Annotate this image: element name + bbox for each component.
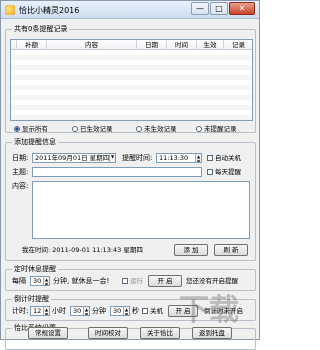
- about-button[interactable]: 关于恰比: [140, 327, 180, 339]
- table-header: 补额 内容 日期 时间 生效 记录: [11, 40, 252, 50]
- daily-reminder-checkbox[interactable]: 每天提醒: [207, 168, 241, 176]
- remind-time-field[interactable]: 11:13:30 ▲ ▼: [156, 153, 202, 163]
- hours-unit: 小时: [52, 307, 66, 315]
- filter-all-radio[interactable]: 显示所有: [14, 125, 48, 133]
- column-header[interactable]: 日期: [137, 40, 167, 50]
- filter-radio-group: 显示所有 已生效记录 未生效记录 未提醒记录: [10, 125, 253, 133]
- checkbox-label: 运行: [130, 277, 143, 285]
- title-bar[interactable]: 恰比小精灵2016 — □ ✕: [1, 1, 259, 19]
- rest-reminder-group: 定时休息提醒 每隔 30 ▲ ▼ 分钟, 就休息一会! 运行 开 启 您还没有开启提…: [5, 265, 256, 291]
- countdown-time-label: 计时:: [12, 307, 29, 315]
- remind-time-label: 提醒时间:: [122, 154, 153, 162]
- radio-dot-icon: [136, 126, 142, 132]
- date-value: 2011年09月01日 星期四: [35, 154, 110, 162]
- watermark-text: 下载: [179, 293, 239, 328]
- general-settings-button[interactable]: 常规设置: [28, 327, 68, 339]
- filter-label: 未提醒记录: [204, 125, 237, 133]
- radio-dot-icon: [196, 126, 202, 132]
- minimize-button[interactable]: —: [191, 2, 209, 15]
- rest-description: 分钟, 就休息一会!: [53, 277, 110, 285]
- rest-start-button[interactable]: 开 启: [148, 275, 182, 287]
- filter-active-radio[interactable]: 已生效记录: [72, 125, 113, 133]
- hours-field[interactable]: 12 ▲ ▼: [30, 306, 50, 316]
- column-header[interactable]: 时间: [167, 40, 197, 50]
- seconds-value: 30: [113, 307, 122, 315]
- checkbox-label: 每天提醒: [215, 168, 241, 176]
- add-button[interactable]: 添 加: [174, 244, 208, 256]
- column-header[interactable]: 生效: [197, 40, 224, 50]
- content-label: 内容:: [12, 182, 29, 190]
- reminder-count-label: 共有0条提醒记录: [12, 25, 70, 34]
- radio-dot-icon: [72, 126, 78, 132]
- column-header[interactable]: 记录: [224, 40, 252, 50]
- checkbox-icon: [207, 155, 213, 161]
- checkbox-icon: [142, 308, 148, 314]
- rest-minutes-value: 30: [33, 277, 42, 285]
- filter-label: 已生效记录: [80, 125, 113, 133]
- minutes-unit: 分钟: [92, 307, 106, 315]
- dropdown-arrow-icon[interactable]: ▼: [109, 154, 115, 162]
- filter-label: 未生效记录: [144, 125, 177, 133]
- current-time-text: 我在时间: 2011-09-01 11:13:43 星期四: [22, 246, 143, 254]
- date-label: 日期:: [12, 154, 29, 162]
- checkbox-label: 自动关机: [215, 154, 241, 162]
- add-reminder-legend: 添加提醒信息: [12, 138, 58, 147]
- checkbox-label: 关机: [150, 307, 163, 315]
- spinner-icon[interactable]: ▲ ▼: [195, 154, 201, 162]
- run-checkbox[interactable]: 运行: [122, 277, 143, 285]
- spinner-icon[interactable]: ▲ ▼: [43, 277, 49, 285]
- hours-value: 12: [33, 307, 42, 315]
- column-header[interactable]: 补额: [17, 40, 47, 50]
- radio-dot-icon: [14, 126, 20, 132]
- content-textarea[interactable]: [32, 181, 250, 239]
- shutdown-checkbox[interactable]: 关机: [142, 307, 163, 315]
- minutes-field[interactable]: 30 ▲ ▼: [70, 306, 90, 316]
- reminder-table[interactable]: 补额 内容 日期 时间 生效 记录: [10, 39, 253, 121]
- every-label: 每隔: [12, 277, 26, 285]
- window-title: 恰比小精灵2016: [19, 6, 80, 15]
- minutes-value: 30: [73, 307, 82, 315]
- table-body: [11, 50, 252, 120]
- date-picker[interactable]: 2011年09月01日 星期四 ▼: [32, 153, 116, 163]
- subject-input[interactable]: [32, 167, 202, 177]
- column-header[interactable]: 内容: [47, 40, 137, 50]
- filter-label: 显示所有: [22, 125, 48, 133]
- maximize-button[interactable]: □: [210, 2, 228, 15]
- checkbox-icon: [122, 278, 128, 284]
- refresh-button[interactable]: 刷 新: [214, 244, 248, 256]
- spinner-icon[interactable]: ▲ ▼: [43, 307, 49, 315]
- checkbox-icon: [207, 169, 213, 175]
- main-window: 恰比小精灵2016 — □ ✕ 共有0条提醒记录 补额 内容 日期 时间 生效 …: [0, 0, 260, 350]
- rest-status-text: 您还没有开启提醒: [186, 277, 238, 285]
- time-sync-button[interactable]: 时间校对: [88, 327, 128, 339]
- auto-shutdown-checkbox[interactable]: 自动关机: [207, 154, 241, 162]
- rest-minutes-field[interactable]: 30 ▲ ▼: [30, 276, 50, 286]
- reminder-list-group: 共有0条提醒记录 补额 内容 日期 时间 生效 记录 显示所有 已生效记录 未生…: [5, 25, 256, 133]
- filter-unreminded-radio[interactable]: 未提醒记录: [196, 125, 237, 133]
- countdown-legend: 倒计时提醒: [12, 295, 51, 304]
- seconds-field[interactable]: 30 ▲ ▼: [110, 306, 130, 316]
- rest-reminder-legend: 定时休息提醒: [12, 265, 58, 274]
- seconds-unit: 秒: [132, 307, 139, 315]
- add-reminder-group: 添加提醒信息 日期: 2011年09月01日 星期四 ▼ 提醒时间: 11:13:…: [5, 138, 256, 261]
- remind-time-value: 11:13:30: [159, 154, 189, 162]
- subject-label: 主题:: [12, 168, 29, 176]
- close-button[interactable]: ✕: [229, 2, 255, 15]
- spinner-icon[interactable]: ▲ ▼: [123, 307, 129, 315]
- app-icon: [5, 5, 15, 15]
- spinner-icon[interactable]: ▲ ▼: [83, 307, 89, 315]
- filter-inactive-radio[interactable]: 未生效记录: [136, 125, 177, 133]
